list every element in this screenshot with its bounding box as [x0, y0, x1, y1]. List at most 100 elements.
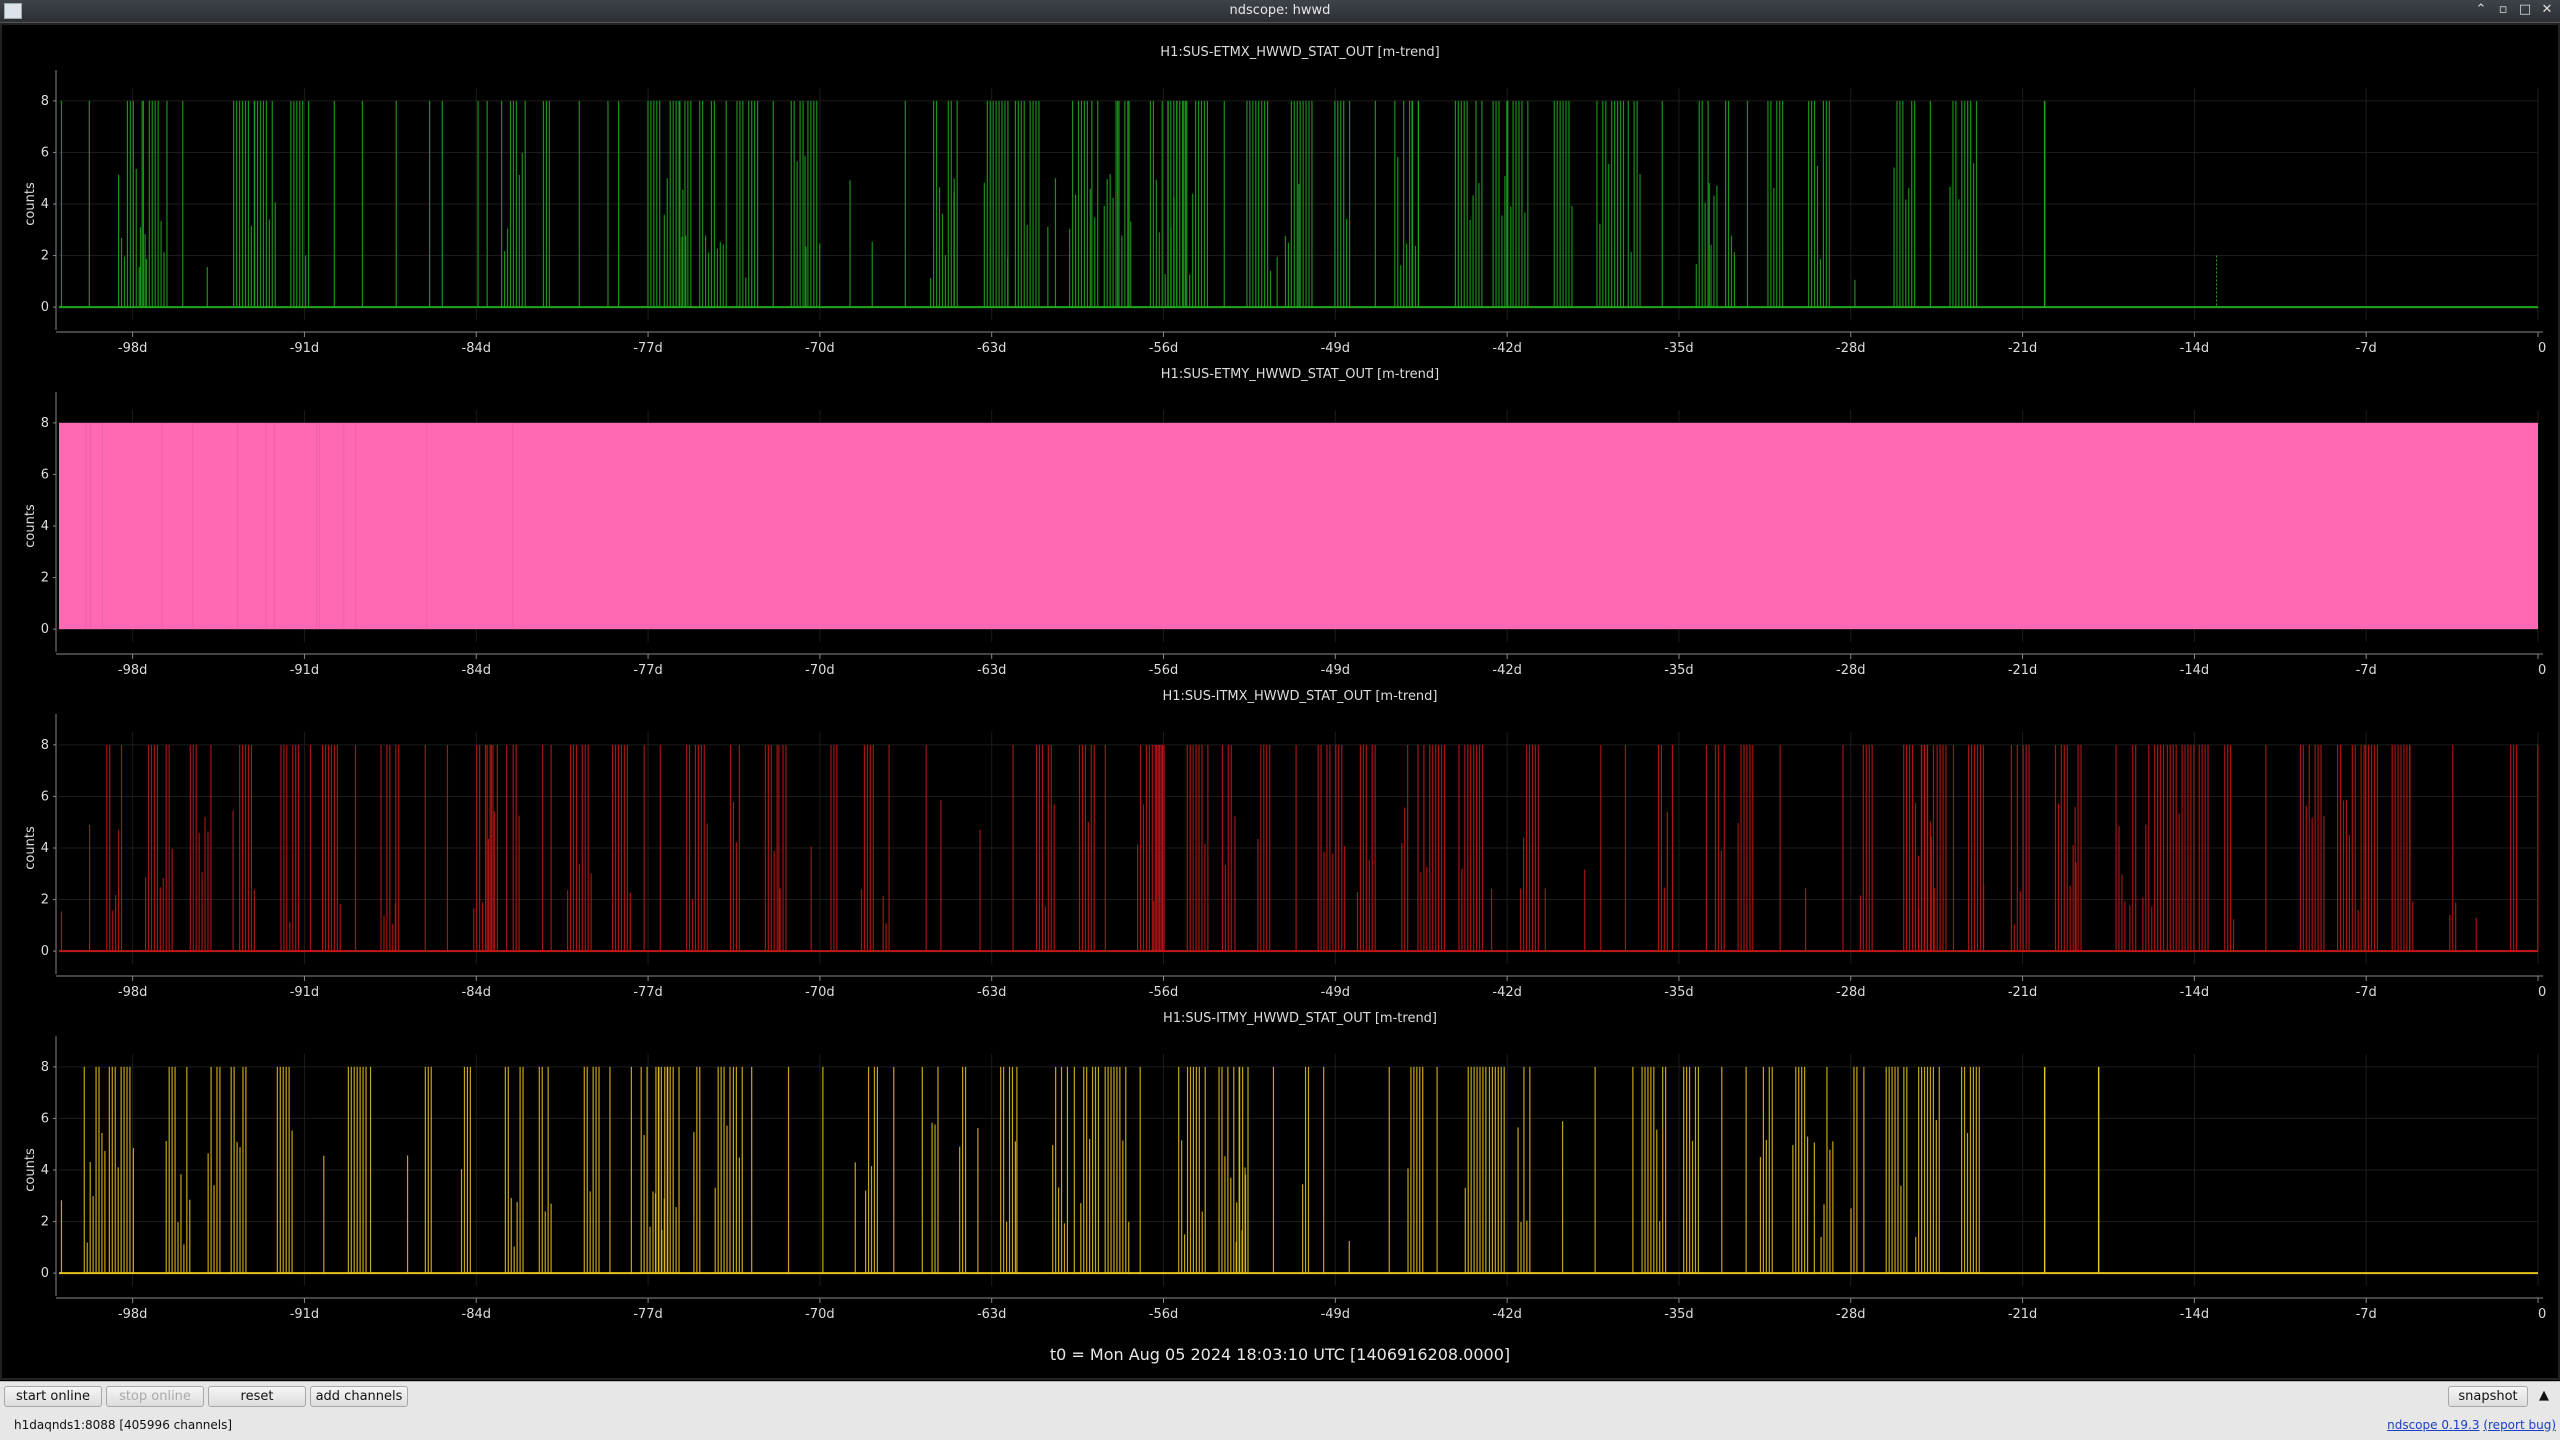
- y-tick-label: 6: [41, 467, 49, 482]
- y-tick-label: 0: [41, 1266, 49, 1281]
- x-tick-label: -77d: [633, 1307, 663, 1322]
- x-tick-label: -63d: [977, 341, 1007, 356]
- x-tick-label: -70d: [805, 341, 835, 356]
- x-tick-label: -63d: [977, 663, 1007, 678]
- x-tick-label: 0: [2538, 985, 2546, 1000]
- add-channels-button[interactable]: add channels: [310, 1386, 408, 1407]
- x-tick-label: -7d: [2356, 663, 2377, 678]
- version-link[interactable]: ndscope 0.19.3: [2387, 1418, 2479, 1432]
- y-tick-label: 4: [41, 519, 49, 534]
- y-tick-label: 2: [41, 1215, 49, 1230]
- y-tick-label: 6: [41, 145, 49, 160]
- status-bar: h1daqnds1:8088 [405996 channels] ndscope…: [0, 1411, 2560, 1440]
- y-tick-label: 4: [41, 197, 49, 212]
- y-tick-label: 8: [41, 738, 49, 753]
- plot-title: H1:SUS-ITMY_HWWD_STAT_OUT [m-trend]: [1163, 1011, 1437, 1026]
- x-tick-label: -84d: [462, 1307, 492, 1322]
- x-tick-label: -28d: [1836, 663, 1866, 678]
- x-tick-label: -63d: [977, 1307, 1007, 1322]
- y-tick-label: 2: [41, 893, 49, 908]
- y-tick-label: 0: [41, 300, 49, 315]
- x-tick-label: -91d: [290, 985, 320, 1000]
- y-axis-label: counts: [23, 1148, 38, 1192]
- x-tick-label: -91d: [290, 1307, 320, 1322]
- x-tick-label: -56d: [1149, 341, 1179, 356]
- x-tick-label: -49d: [1321, 341, 1351, 356]
- y-tick-label: 4: [41, 1163, 49, 1178]
- x-tick-label: -49d: [1321, 985, 1351, 1000]
- x-tick-label: 0: [2538, 663, 2546, 678]
- reset-button[interactable]: reset: [208, 1386, 306, 1407]
- x-tick-label: -7d: [2356, 985, 2377, 1000]
- x-tick-label: -14d: [2180, 985, 2210, 1000]
- y-tick-label: 8: [41, 94, 49, 109]
- y-tick-label: 6: [41, 789, 49, 804]
- x-tick-label: -56d: [1149, 663, 1179, 678]
- version-info: ndscope 0.19.3 (report bug): [2387, 1418, 2556, 1432]
- y-axis-label: counts: [23, 826, 38, 870]
- x-tick-label: -56d: [1149, 1307, 1179, 1322]
- x-tick-label: 0: [2538, 341, 2546, 356]
- x-tick-label: -63d: [977, 985, 1007, 1000]
- x-tick-label: -21d: [2008, 1307, 2038, 1322]
- x-tick-label: -14d: [2180, 341, 2210, 356]
- y-axis-label: counts: [23, 182, 38, 226]
- x-tick-label: -7d: [2356, 1307, 2377, 1322]
- x-tick-label: -35d: [1664, 1307, 1694, 1322]
- x-tick-label: -98d: [118, 663, 148, 678]
- x-tick-label: -21d: [2008, 663, 2038, 678]
- y-tick-label: 2: [41, 571, 49, 586]
- y-tick-label: 8: [41, 1060, 49, 1075]
- y-tick-label: 0: [41, 622, 49, 637]
- x-tick-label: -49d: [1321, 1307, 1351, 1322]
- x-tick-label: -77d: [633, 341, 663, 356]
- y-tick-label: 2: [41, 249, 49, 264]
- x-tick-label: -77d: [633, 663, 663, 678]
- x-tick-label: -70d: [805, 1307, 835, 1322]
- y-tick-label: 6: [41, 1111, 49, 1126]
- expand-up-icon[interactable]: ▲: [2532, 1386, 2556, 1407]
- y-axis-label: counts: [23, 504, 38, 548]
- x-tick-label: -28d: [1836, 985, 1866, 1000]
- plot-title: H1:SUS-ETMX_HWWD_STAT_OUT [m-trend]: [1160, 45, 1439, 60]
- start-online-button[interactable]: start online: [4, 1386, 102, 1407]
- y-tick-label: 4: [41, 841, 49, 856]
- x-tick-label: -14d: [2180, 663, 2210, 678]
- x-tick-label: -42d: [1492, 1307, 1522, 1322]
- x-tick-label: -14d: [2180, 1307, 2210, 1322]
- x-tick-label: -84d: [462, 341, 492, 356]
- x-tick-label: -7d: [2356, 341, 2377, 356]
- x-tick-label: -49d: [1321, 663, 1351, 678]
- x-tick-label: -70d: [805, 985, 835, 1000]
- x-tick-label: -28d: [1836, 341, 1866, 356]
- y-tick-label: 0: [41, 944, 49, 959]
- button-bar: start online stop online reset add chann…: [0, 1381, 2560, 1412]
- x-tick-label: -35d: [1664, 663, 1694, 678]
- x-tick-label: -35d: [1664, 341, 1694, 356]
- y-tick-label: 8: [41, 416, 49, 431]
- x-tick-label: -98d: [118, 1307, 148, 1322]
- x-tick-label: -91d: [290, 663, 320, 678]
- x-tick-label: -42d: [1492, 341, 1522, 356]
- x-tick-label: -35d: [1664, 985, 1694, 1000]
- x-tick-label: -42d: [1492, 985, 1522, 1000]
- x-tick-label: -28d: [1836, 1307, 1866, 1322]
- x-tick-label: -84d: [462, 663, 492, 678]
- x-tick-label: -21d: [2008, 341, 2038, 356]
- plots-canvas[interactable]: H1:SUS-ETMX_HWWD_STAT_OUT [m-trend] 0 2 4 6 8…: [0, 0, 2560, 1380]
- stop-online-button[interactable]: stop online: [106, 1386, 204, 1407]
- x-tick-label: -84d: [462, 985, 492, 1000]
- x-tick-label: -56d: [1149, 985, 1179, 1000]
- x-tick-label: -98d: [118, 341, 148, 356]
- x-tick-label: -98d: [118, 985, 148, 1000]
- server-status: h1daqnds1:8088 [405996 channels]: [14, 1418, 233, 1432]
- x-tick-label: 0: [2538, 1307, 2546, 1322]
- x-tick-label: -77d: [633, 985, 663, 1000]
- t0-label: t0 = Mon Aug 05 2024 18:03:10 UTC [14069…: [1049, 1345, 1511, 1364]
- x-tick-label: -91d: [290, 341, 320, 356]
- plot-title: H1:SUS-ETMY_HWWD_STAT_OUT [m-trend]: [1161, 367, 1439, 382]
- snapshot-button[interactable]: snapshot: [2448, 1386, 2528, 1407]
- plot-title: H1:SUS-ITMX_HWWD_STAT_OUT [m-trend]: [1163, 689, 1438, 704]
- x-tick-label: -42d: [1492, 663, 1522, 678]
- report-bug-link[interactable]: (report bug): [2483, 1418, 2556, 1432]
